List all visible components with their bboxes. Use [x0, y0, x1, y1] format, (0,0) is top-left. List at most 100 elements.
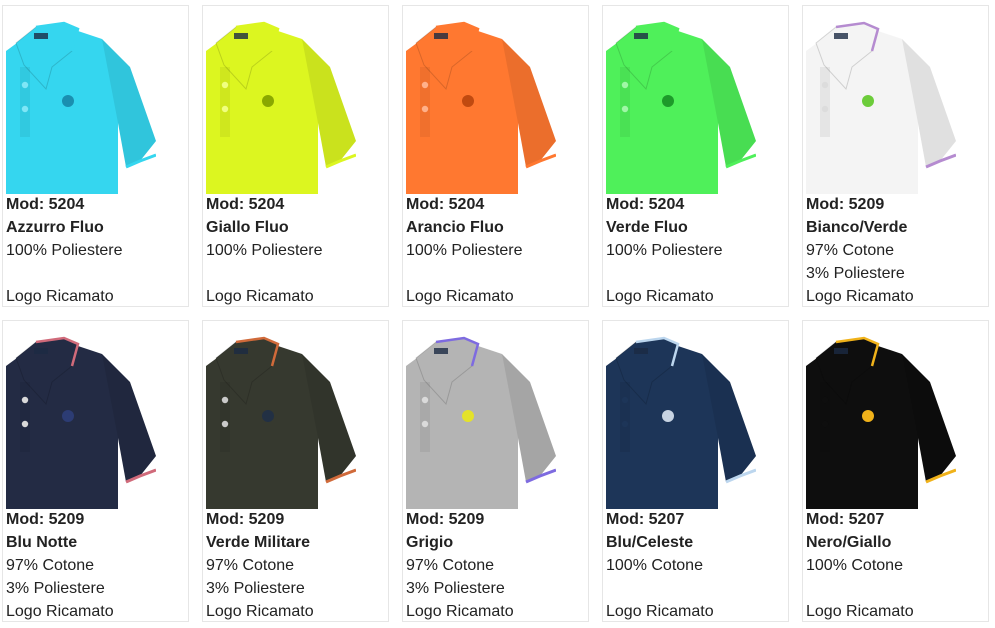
neck-label	[634, 33, 648, 39]
neck-label	[834, 33, 848, 39]
material-line-2	[406, 262, 586, 285]
neck-label	[234, 33, 248, 39]
product-card[interactable]: Mod: 5207 Blu/Celeste 100% Cotone Logo R…	[602, 320, 789, 622]
logo-type: Logo Ricamato	[606, 603, 714, 620]
logo-type: Logo Ricamato	[406, 288, 514, 305]
neck-label	[234, 348, 248, 354]
placket	[20, 382, 30, 452]
model-number: Mod: 5207	[606, 511, 685, 528]
button	[621, 396, 629, 404]
product-card[interactable]: Mod: 5207 Nero/Giallo 100% Cotone Logo R…	[802, 320, 989, 622]
embroidered-logo	[462, 410, 474, 422]
material-line-1: 97% Cotone	[806, 242, 895, 259]
neck-label	[34, 348, 48, 354]
placket	[220, 382, 230, 452]
product-info: Mod: 5204 Azzurro Fluo 100% Poliestere L…	[6, 193, 186, 306]
button	[21, 396, 29, 404]
material-line-1: 100% Poliestere	[406, 242, 523, 259]
color-name: Blu Notte	[6, 534, 78, 551]
product-card[interactable]: Mod: 5204 Arancio Fluo 100% Poliestere L…	[402, 5, 589, 307]
product-card[interactable]: Mod: 5209 Grigio 97% Cotone 3% Poliester…	[402, 320, 589, 622]
material-line-2	[606, 262, 786, 285]
material-line-1: 100% Poliestere	[6, 242, 123, 259]
button	[421, 396, 429, 404]
button	[421, 105, 429, 113]
polo-shirt-image[interactable]	[606, 324, 756, 509]
color-name: Giallo Fluo	[206, 219, 289, 236]
embroidered-logo	[862, 95, 874, 107]
button	[821, 420, 829, 428]
product-card[interactable]: Mod: 5204 Azzurro Fluo 100% Poliestere L…	[2, 5, 189, 307]
polo-shirt-image[interactable]	[606, 9, 756, 194]
embroidered-logo	[62, 410, 74, 422]
polo-shirt-image[interactable]	[6, 324, 156, 509]
product-card[interactable]: Mod: 5204 Verde Fluo 100% Poliestere Log…	[602, 5, 789, 307]
material-line-1: 97% Cotone	[406, 557, 495, 574]
polo-shirt-image[interactable]	[6, 9, 156, 194]
logo-type: Logo Ricamato	[806, 603, 914, 620]
polo-shirt-image[interactable]	[406, 9, 556, 194]
product-card[interactable]: Mod: 5209 Bianco/Verde 97% Cotone 3% Pol…	[802, 5, 989, 307]
product-card[interactable]: Mod: 5209 Verde Militare 97% Cotone 3% P…	[202, 320, 389, 622]
model-number: Mod: 5209	[806, 196, 885, 213]
placket	[420, 67, 430, 137]
logo-type: Logo Ricamato	[806, 288, 914, 305]
button	[621, 105, 629, 113]
color-name: Azzurro Fluo	[6, 219, 104, 236]
placket	[420, 382, 430, 452]
placket	[220, 67, 230, 137]
button	[221, 396, 229, 404]
logo-type: Logo Ricamato	[206, 288, 314, 305]
material-line-1: 97% Cotone	[6, 557, 95, 574]
embroidered-logo	[262, 410, 274, 422]
material-line-2: 3% Poliestere	[406, 580, 505, 597]
neck-label	[834, 348, 848, 354]
product-card[interactable]: Mod: 5209 Blu Notte 97% Cotone 3% Polies…	[2, 320, 189, 622]
color-name: Arancio Fluo	[406, 219, 504, 236]
logo-type: Logo Ricamato	[606, 288, 714, 305]
material-line-2: 3% Poliestere	[6, 580, 105, 597]
embroidered-logo	[662, 95, 674, 107]
embroidered-logo	[62, 95, 74, 107]
neck-label	[634, 348, 648, 354]
material-line-2	[606, 577, 786, 600]
polo-shirt-image[interactable]	[206, 9, 356, 194]
button	[621, 81, 629, 89]
embroidered-logo	[862, 410, 874, 422]
button	[221, 105, 229, 113]
material-line-2: 3% Poliestere	[206, 580, 305, 597]
product-info: Mod: 5204 Verde Fluo 100% Poliestere Log…	[606, 193, 786, 306]
placket	[620, 67, 630, 137]
neck-label	[434, 348, 448, 354]
material-line-1: 100% Poliestere	[606, 242, 723, 259]
placket	[820, 382, 830, 452]
product-info: Mod: 5204 Arancio Fluo 100% Poliestere L…	[406, 193, 586, 306]
color-name: Bianco/Verde	[806, 219, 908, 236]
product-card[interactable]: Mod: 5204 Giallo Fluo 100% Poliestere Lo…	[202, 5, 389, 307]
polo-shirt-image[interactable]	[206, 324, 356, 509]
placket	[820, 67, 830, 137]
model-number: Mod: 5209	[206, 511, 285, 528]
product-grid: Mod: 5204 Azzurro Fluo 100% Poliestere L…	[0, 0, 995, 628]
embroidered-logo	[462, 95, 474, 107]
model-number: Mod: 5207	[806, 511, 885, 528]
polo-shirt-image[interactable]	[806, 9, 956, 194]
material-line-1: 97% Cotone	[206, 557, 295, 574]
button	[821, 396, 829, 404]
product-info: Mod: 5209 Grigio 97% Cotone 3% Poliester…	[406, 508, 586, 621]
model-number: Mod: 5204	[606, 196, 685, 213]
product-info: Mod: 5207 Blu/Celeste 100% Cotone Logo R…	[606, 508, 786, 621]
material-line-2	[206, 262, 386, 285]
product-info: Mod: 5204 Giallo Fluo 100% Poliestere Lo…	[206, 193, 386, 306]
model-number: Mod: 5209	[6, 511, 85, 528]
button	[21, 81, 29, 89]
placket	[20, 67, 30, 137]
product-info: Mod: 5209 Bianco/Verde 97% Cotone 3% Pol…	[806, 193, 986, 306]
product-info: Mod: 5209 Blu Notte 97% Cotone 3% Polies…	[6, 508, 186, 621]
model-number: Mod: 5209	[406, 511, 485, 528]
material-line-1: 100% Cotone	[806, 557, 903, 574]
button	[421, 81, 429, 89]
polo-shirt-image[interactable]	[406, 324, 556, 509]
polo-shirt-image[interactable]	[806, 324, 956, 509]
logo-type: Logo Ricamato	[406, 603, 514, 620]
